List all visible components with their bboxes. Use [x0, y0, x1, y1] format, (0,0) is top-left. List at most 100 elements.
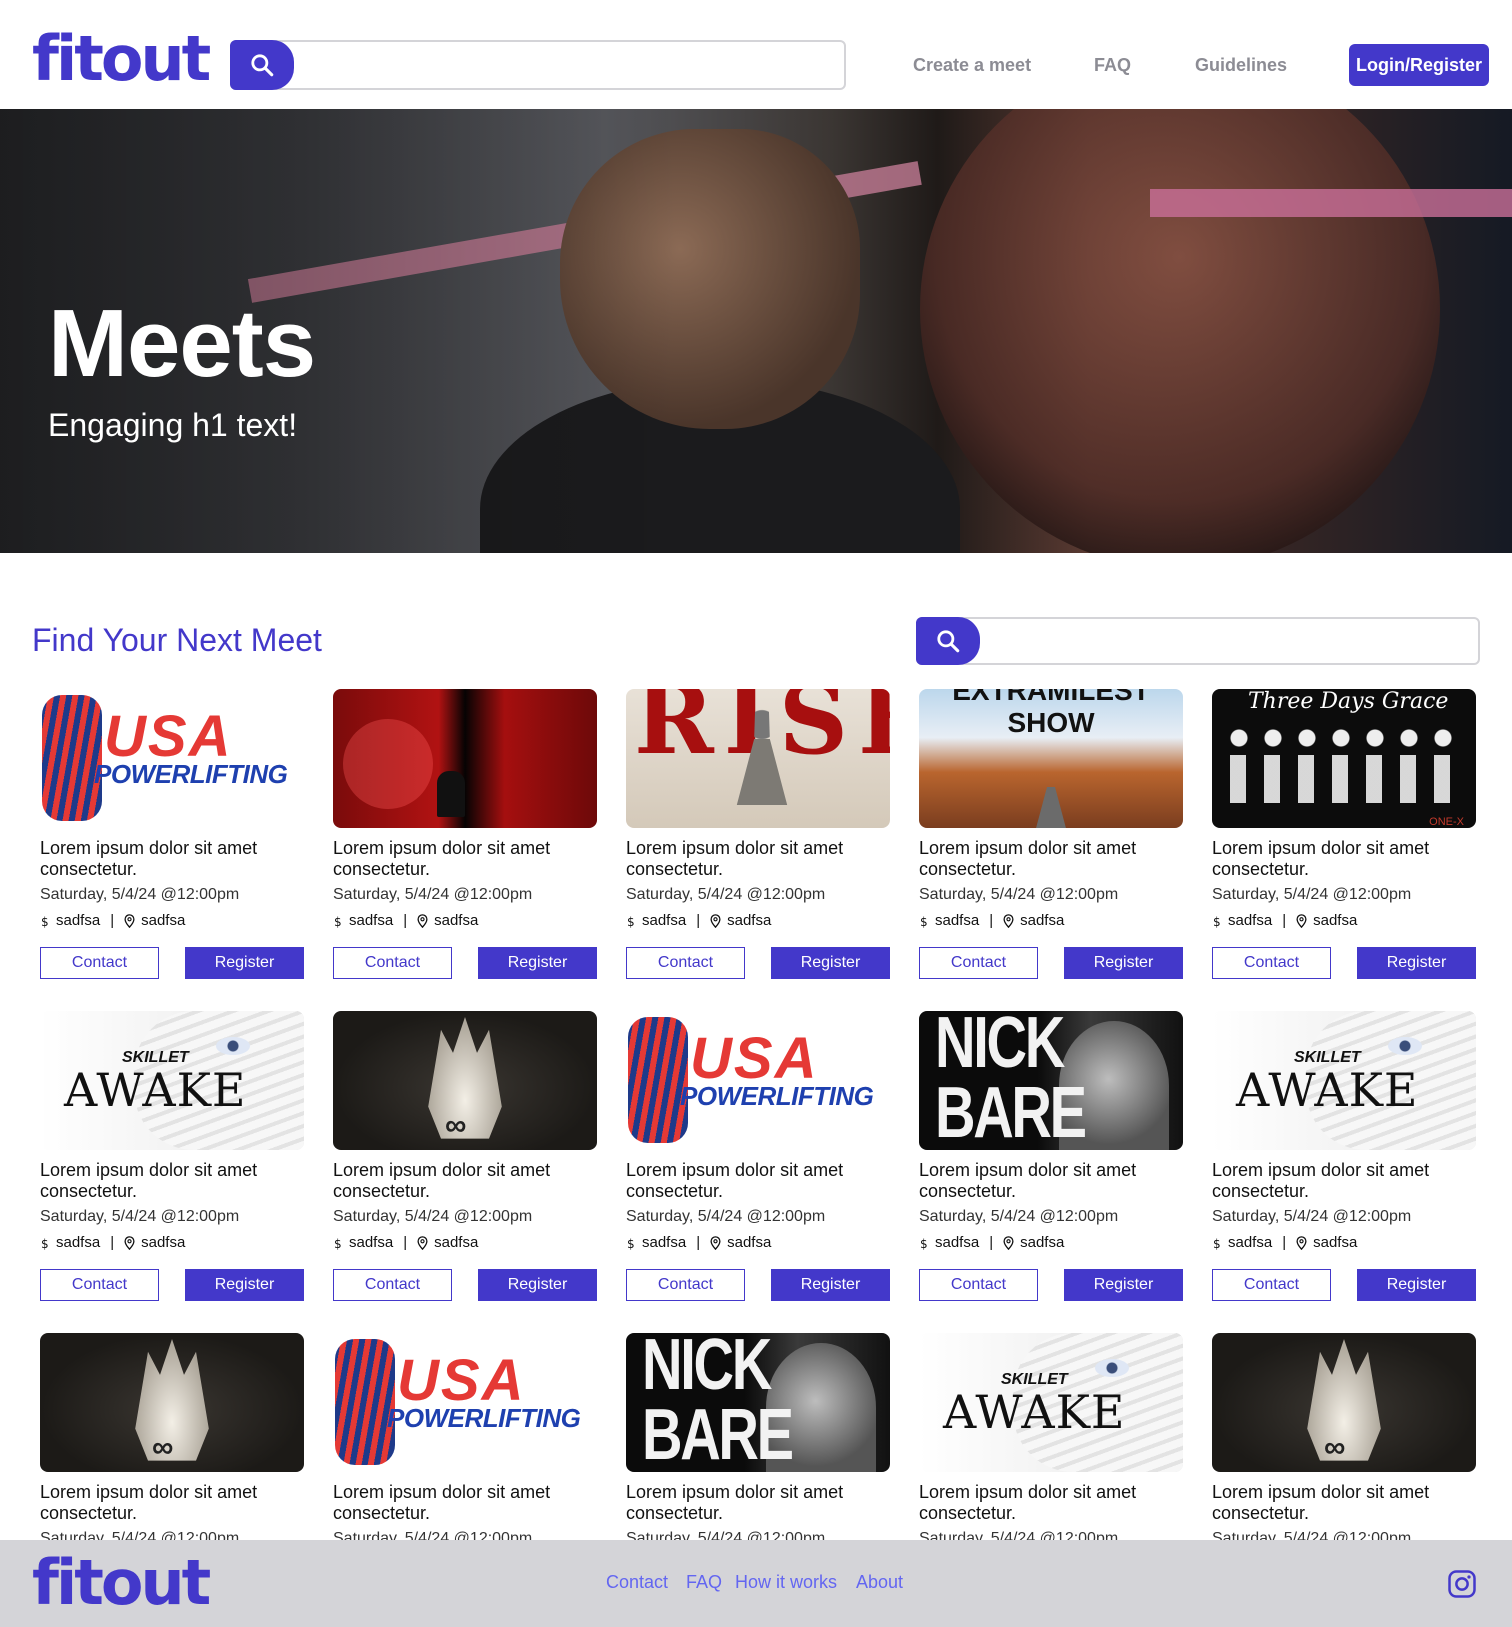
- instagram-icon[interactable]: [1447, 1569, 1477, 1599]
- meta-separator: |: [989, 1234, 994, 1251]
- register-button[interactable]: Register: [1357, 1269, 1476, 1301]
- meet-card[interactable]: SKILLET AWAKE Lorem ipsum dolor sit amet c…: [1212, 1011, 1476, 1301]
- register-button[interactable]: Register: [771, 1269, 890, 1301]
- meet-thumbnail[interactable]: SKILLET AWAKE: [1212, 1011, 1476, 1150]
- footer-logo[interactable]: fitout: [32, 1552, 211, 1614]
- meet-title[interactable]: Lorem ipsum dolor sit amet consectetur.: [626, 1482, 890, 1524]
- meta-separator: |: [696, 1234, 701, 1251]
- search-button[interactable]: [230, 40, 294, 90]
- art-text: NICK: [642, 1333, 772, 1405]
- contact-button[interactable]: Contact: [919, 947, 1038, 979]
- meet-title[interactable]: Lorem ipsum dolor sit amet consectetur.: [40, 1482, 304, 1524]
- site-header: fitout Create a meet FAQ Guidelines Logi…: [0, 0, 1512, 109]
- register-button[interactable]: Register: [1064, 1269, 1183, 1301]
- contact-button[interactable]: Contact: [919, 1269, 1038, 1301]
- meet-title[interactable]: Lorem ipsum dolor sit amet consectetur.: [919, 838, 1183, 880]
- meet-thumbnail[interactable]: SKILLET AWAKE: [40, 1011, 304, 1150]
- nav-create-meet[interactable]: Create a meet: [913, 55, 1031, 76]
- footer-link-contact[interactable]: Contact: [606, 1572, 668, 1593]
- meet-title[interactable]: Lorem ipsum dolor sit amet consectetur.: [333, 1482, 597, 1524]
- register-button[interactable]: Register: [478, 1269, 597, 1301]
- nav-faq[interactable]: FAQ: [1094, 55, 1131, 76]
- meet-title[interactable]: Lorem ipsum dolor sit amet consectetur.: [1212, 1160, 1476, 1202]
- meet-title[interactable]: Lorem ipsum dolor sit amet consectetur.: [40, 1160, 304, 1202]
- meet-thumbnail[interactable]: ∞: [333, 1011, 597, 1150]
- meet-title[interactable]: Lorem ipsum dolor sit amet consectetur.: [919, 1160, 1183, 1202]
- contact-button[interactable]: Contact: [1212, 1269, 1331, 1301]
- register-button[interactable]: Register: [478, 947, 597, 979]
- contact-button[interactable]: Contact: [40, 947, 159, 979]
- meet-price: sadfsa: [642, 1234, 687, 1251]
- meet-meta: $ sadfsa | sadfsa: [333, 912, 597, 929]
- register-button[interactable]: Register: [185, 947, 304, 979]
- register-button[interactable]: Register: [1064, 947, 1183, 979]
- meet-thumbnail[interactable]: Three Days Grace ONE-X: [1212, 689, 1476, 828]
- meets-search-input[interactable]: [916, 617, 1480, 665]
- meet-title[interactable]: Lorem ipsum dolor sit amet consectetur.: [1212, 1482, 1476, 1524]
- meet-meta: $ sadfsa | sadfsa: [333, 1234, 597, 1251]
- dollar-icon: $: [920, 915, 928, 928]
- meet-title[interactable]: Lorem ipsum dolor sit amet consectetur.: [333, 838, 597, 880]
- meet-location: sadfsa: [727, 1234, 772, 1251]
- meet-thumbnail[interactable]: ∞: [40, 1333, 304, 1472]
- meet-card[interactable]: RISE Lorem ipsum dolor sit amet consectet…: [626, 689, 890, 979]
- meta-separator: |: [110, 1234, 115, 1251]
- meet-card[interactable]: ∞ Lorem ipsum dolor sit amet consectetur.…: [333, 1011, 597, 1301]
- meet-thumbnail[interactable]: NICK BARE: [626, 1333, 890, 1472]
- meet-thumbnail[interactable]: USA POWERLIFTING: [626, 1011, 890, 1150]
- register-button[interactable]: Register: [185, 1269, 304, 1301]
- card-actions: Contact Register: [333, 1269, 597, 1301]
- meet-card[interactable]: Three Days Grace ONE-X Lorem ipsum dolor s…: [1212, 689, 1476, 979]
- contact-button[interactable]: Contact: [626, 1269, 745, 1301]
- register-button[interactable]: Register: [1357, 947, 1476, 979]
- meet-thumbnail[interactable]: SKILLET AWAKE: [919, 1333, 1183, 1472]
- contact-button[interactable]: Contact: [40, 1269, 159, 1301]
- contact-button[interactable]: Contact: [333, 947, 452, 979]
- contact-button[interactable]: Contact: [333, 1269, 452, 1301]
- meet-card[interactable]: USA POWERLIFTING Lorem ipsum dolor sit ame…: [626, 1011, 890, 1301]
- footer-link-how-it-works[interactable]: How it works: [735, 1572, 837, 1593]
- meet-thumbnail[interactable]: ∞: [1212, 1333, 1476, 1472]
- meet-card[interactable]: USA POWERLIFTING Lorem ipsum dolor sit ame…: [40, 689, 304, 979]
- meta-separator: |: [696, 912, 701, 929]
- meet-title[interactable]: Lorem ipsum dolor sit amet consectetur.: [919, 1482, 1183, 1524]
- login-register-button[interactable]: Login/Register: [1349, 44, 1489, 86]
- meet-price: sadfsa: [349, 912, 394, 929]
- nav-guidelines[interactable]: Guidelines: [1195, 55, 1287, 76]
- meet-card[interactable]: EXTRAMILEST SHOW Lorem ipsum dolor sit am…: [919, 689, 1183, 979]
- svg-text:$: $: [334, 1237, 342, 1250]
- meet-price: sadfsa: [1228, 912, 1273, 929]
- meet-thumbnail[interactable]: NICK BARE: [919, 1011, 1183, 1150]
- dollar-icon: $: [627, 1237, 635, 1250]
- art-text: AWAKE: [1236, 1063, 1419, 1117]
- search-button[interactable]: [916, 617, 980, 665]
- meet-thumbnail[interactable]: [333, 689, 597, 828]
- contact-button[interactable]: Contact: [1212, 947, 1331, 979]
- meet-price: sadfsa: [349, 1234, 394, 1251]
- meet-thumbnail[interactable]: RISE: [626, 689, 890, 828]
- meet-title[interactable]: Lorem ipsum dolor sit amet consectetur.: [626, 1160, 890, 1202]
- footer-link-about[interactable]: About: [856, 1572, 903, 1593]
- meet-thumbnail[interactable]: USA POWERLIFTING: [40, 689, 304, 828]
- meet-title[interactable]: Lorem ipsum dolor sit amet consectetur.: [1212, 838, 1476, 880]
- meet-card[interactable]: Lorem ipsum dolor sit amet consectetur. S…: [333, 689, 597, 979]
- site-logo[interactable]: fitout: [32, 28, 211, 90]
- contact-button[interactable]: Contact: [626, 947, 745, 979]
- meet-date: Saturday, 5/4/24 @12:00pm: [1212, 1208, 1412, 1225]
- card-actions: Contact Register: [1212, 947, 1476, 979]
- figures: [1230, 723, 1460, 753]
- meet-thumbnail[interactable]: EXTRAMILEST SHOW: [919, 689, 1183, 828]
- meet-title[interactable]: Lorem ipsum dolor sit amet consectetur.: [333, 1160, 597, 1202]
- logo-stripes: [42, 695, 102, 821]
- meet-meta: $ sadfsa | sadfsa: [626, 1234, 890, 1251]
- meet-title[interactable]: Lorem ipsum dolor sit amet consectetur.: [626, 838, 890, 880]
- header-search-input[interactable]: [230, 40, 846, 90]
- register-button[interactable]: Register: [771, 947, 890, 979]
- meet-card[interactable]: SKILLET AWAKE Lorem ipsum dolor sit amet c…: [40, 1011, 304, 1301]
- meet-title[interactable]: Lorem ipsum dolor sit amet consectetur.: [40, 838, 304, 880]
- meet-card[interactable]: NICK BARE Lorem ipsum dolor sit amet conse…: [919, 1011, 1183, 1301]
- meta-separator: |: [989, 912, 994, 929]
- meet-date: Saturday, 5/4/24 @12:00pm: [333, 1208, 533, 1225]
- footer-link-faq[interactable]: FAQ: [686, 1572, 722, 1593]
- meet-thumbnail[interactable]: USA POWERLIFTING: [333, 1333, 597, 1472]
